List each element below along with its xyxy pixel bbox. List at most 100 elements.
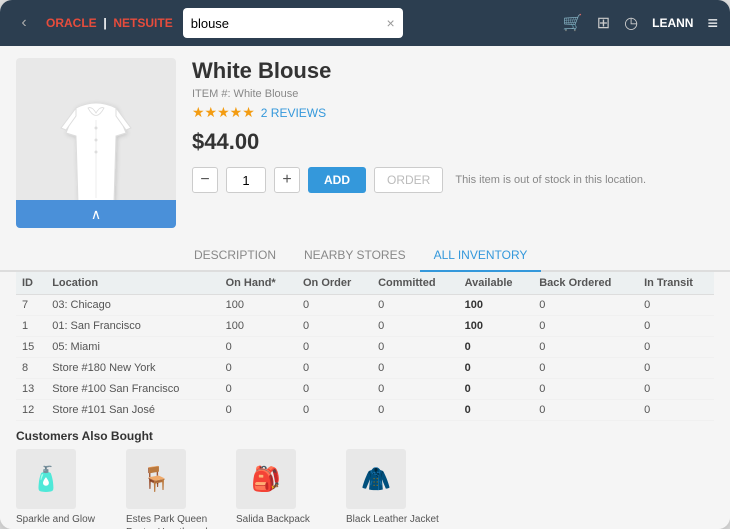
reviews-link[interactable]: 2 REVIEWS [261,106,326,120]
cell-committed: 0 [372,316,459,337]
card-image: 🎒 [236,449,296,509]
card-image: 🪑 [126,449,186,509]
cell-on-order: 0 [297,400,372,421]
cell-on-hand: 0 [220,379,297,400]
table-row: 13 Store #100 San Francisco 0 0 0 0 0 0 [16,379,714,400]
cell-back-ordered: 0 [533,358,638,379]
cell-location: 03: Chicago [46,295,219,316]
cell-on-order: 0 [297,358,372,379]
cell-id: 1 [16,316,46,337]
product-area: ∧ White Blouse ITEM #: White Blouse ★★★★… [0,46,730,240]
main-content: ∧ White Blouse ITEM #: White Blouse ★★★★… [0,46,730,529]
cell-on-order: 0 [297,337,372,358]
product-image-container: ∧ [16,58,176,228]
header: ‹ ORACLE | NETSUITE × 🛒 ⊞ ◷ LEANN ≡ [0,0,730,46]
history-icon[interactable]: ◷ [624,13,638,33]
cell-in-transit: 0 [638,358,714,379]
card-image: 🧥 [346,449,406,509]
add-to-cart-button[interactable]: ADD [308,167,366,193]
cell-committed: 0 [372,337,459,358]
table-row: 1 01: San Francisco 100 0 0 100 0 0 [16,316,714,337]
cell-location: 05: Miami [46,337,219,358]
cell-location: 01: San Francisco [46,316,219,337]
cell-committed: 0 [372,379,459,400]
rating-stars: ★★★★★ [192,104,255,121]
product-cards: 🧴 Sparkle and Glow $22.00 🪑 Estes Park Q… [16,449,714,529]
oracle-text: ORACLE [46,16,97,30]
cell-id: 15 [16,337,46,358]
col-header-committed: Committed [372,272,459,295]
quantity-increase-button[interactable]: + [274,167,300,193]
col-header-id: ID [16,272,46,295]
cell-back-ordered: 0 [533,379,638,400]
cell-on-hand: 0 [220,358,297,379]
cell-id: 13 [16,379,46,400]
product-actions: − + ADD ORDER This item is out of stock … [192,167,714,193]
cell-in-transit: 0 [638,379,714,400]
cell-committed: 0 [372,295,459,316]
table-row: 12 Store #101 San José 0 0 0 0 0 0 [16,400,714,421]
cell-id: 8 [16,358,46,379]
netsuite-text: NETSUITE [113,16,172,30]
cell-available: 0 [459,358,534,379]
header-icons: 🛒 ⊞ ◷ LEANN ≡ [563,13,718,34]
col-header-on-order: On Order [297,272,372,295]
cell-committed: 0 [372,358,459,379]
list-item[interactable]: 🧴 Sparkle and Glow $22.00 [16,449,116,529]
list-item[interactable]: 🎒 Salida Backpack $80.00 [236,449,336,529]
user-name: LEANN [652,16,693,30]
col-header-back-ordered: Back Ordered [533,272,638,295]
order-button[interactable]: ORDER [374,167,443,193]
product-price: $44.00 [192,129,714,155]
tab-description[interactable]: DESCRIPTION [180,240,290,272]
col-header-available: Available [459,272,534,295]
cell-back-ordered: 0 [533,337,638,358]
cell-back-ordered: 0 [533,316,638,337]
col-header-on-hand: On Hand* [220,272,297,295]
cell-location: Store #100 San Francisco [46,379,219,400]
cell-on-hand: 0 [220,400,297,421]
cell-in-transit: 0 [638,295,714,316]
col-header-location: Location [46,272,219,295]
cart-icon[interactable]: 🛒 [563,13,583,33]
logo: ORACLE | NETSUITE [46,16,173,30]
search-clear-icon[interactable]: × [387,15,395,31]
cell-in-transit: 0 [638,400,714,421]
grid-icon[interactable]: ⊞ [597,13,610,33]
inventory-tabs: DESCRIPTION NEARBY STORES ALL INVENTORY [0,240,730,272]
tab-nearby-stores[interactable]: NEARBY STORES [290,240,420,272]
back-button[interactable]: ‹ [12,11,36,35]
cell-on-order: 0 [297,316,372,337]
cell-on-order: 0 [297,379,372,400]
card-image: 🧴 [16,449,76,509]
search-input[interactable] [191,16,387,31]
app-frame: ‹ ORACLE | NETSUITE × 🛒 ⊞ ◷ LEANN ≡ [0,0,730,529]
quantity-input[interactable] [226,167,266,193]
list-item[interactable]: 🪑 Estes Park Queen Poster Heartboard $67… [126,449,226,529]
list-item[interactable]: 🧥 Black Leather Jacket $289.00 [346,449,446,529]
inventory-table: ID Location On Hand* On Order Committed … [16,272,714,421]
tab-all-inventory[interactable]: ALL INVENTORY [420,240,542,272]
cell-available: 100 [459,295,534,316]
product-title: White Blouse [192,58,714,84]
cell-on-hand: 100 [220,295,297,316]
card-name: Estes Park Queen Poster Heartboard [126,513,226,529]
out-of-stock-message: This item is out of stock in this locati… [455,174,646,186]
cell-id: 12 [16,400,46,421]
table-row: 8 Store #180 New York 0 0 0 0 0 0 [16,358,714,379]
table-row: 7 03: Chicago 100 0 0 100 0 0 [16,295,714,316]
menu-icon[interactable]: ≡ [707,13,718,34]
card-name: Black Leather Jacket [346,513,439,526]
cell-in-transit: 0 [638,316,714,337]
product-item-number: ITEM #: White Blouse [192,88,714,100]
also-bought-section: Customers Also Bought 🧴 Sparkle and Glow… [16,429,714,529]
card-name: Salida Backpack [236,513,310,526]
cell-available: 0 [459,400,534,421]
bottom-section: Customers Also Bought 🧴 Sparkle and Glow… [0,429,730,529]
quantity-decrease-button[interactable]: − [192,167,218,193]
cell-available: 0 [459,379,534,400]
search-bar: × [183,8,403,38]
cell-on-hand: 0 [220,337,297,358]
cell-on-order: 0 [297,295,372,316]
cell-committed: 0 [372,400,459,421]
